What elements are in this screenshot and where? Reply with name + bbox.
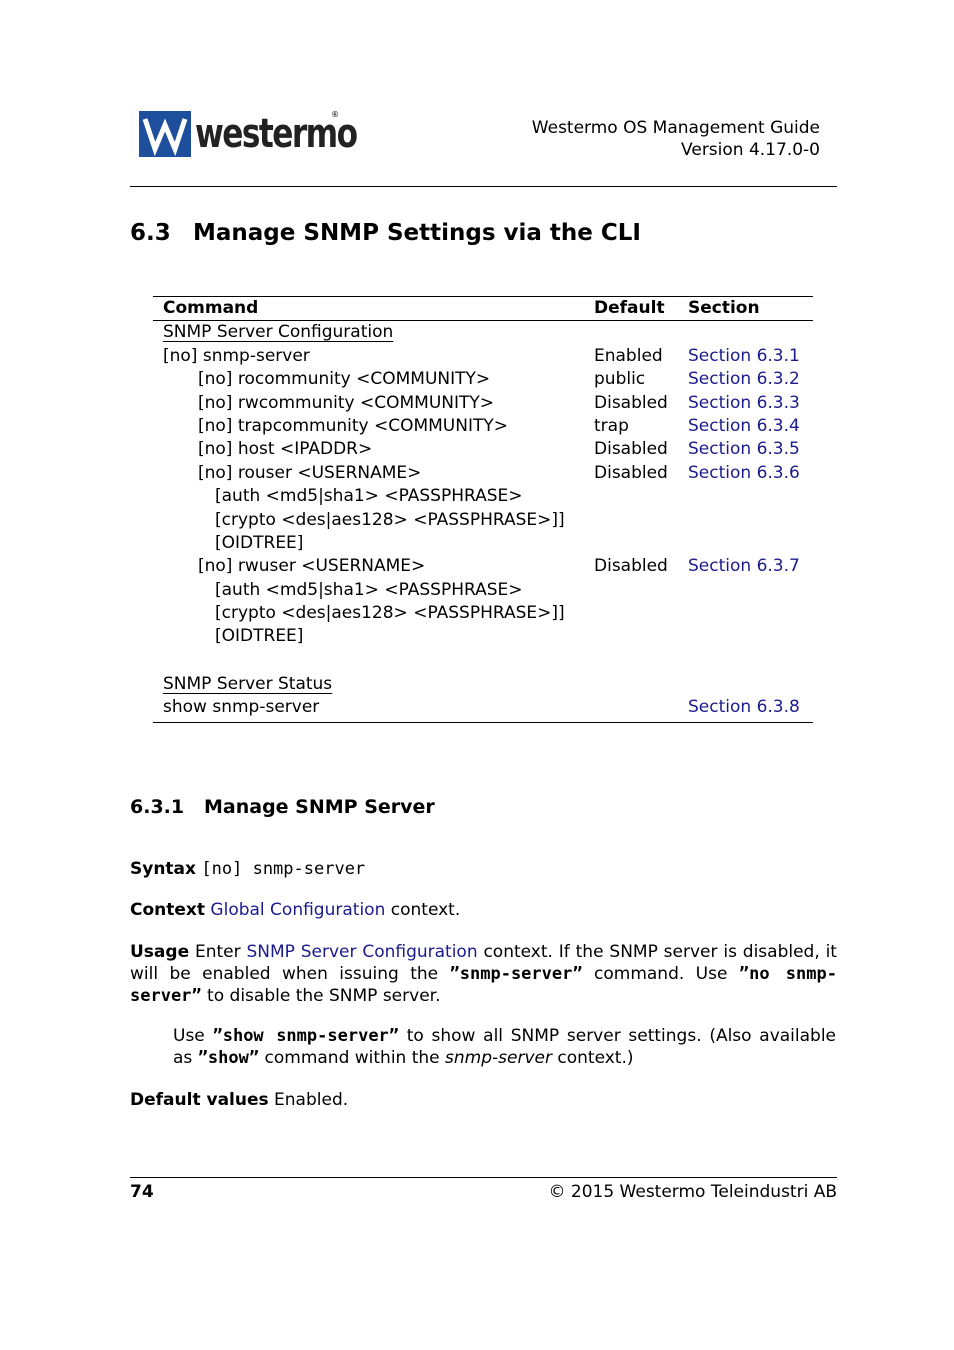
table-row: show snmp-server Section 6.3.8 <box>153 696 813 719</box>
global-configuration-link[interactable]: Global Configuration <box>210 900 385 920</box>
header-rule <box>130 186 837 187</box>
table-row: [auth <md5|sha1> <PASSPHRASE> <box>153 579 813 602</box>
default-cell: Disabled <box>594 462 668 483</box>
command-cell: [no] rwcommunity <COMMUNITY> <box>198 392 495 413</box>
westermo-logo: westermo <box>139 110 358 158</box>
section-title: Manage SNMP Settings via the CLI <box>193 220 641 246</box>
default-cell: trap <box>594 415 629 436</box>
command-cell: [no] host <IPADDR> <box>198 439 373 460</box>
header-default: Default <box>594 298 665 318</box>
table-row: [no] rwcommunity <COMMUNITY> Disabled Sect… <box>153 392 813 415</box>
copyright-text: 2015 Westermo Teleindustri AB <box>565 1182 837 1202</box>
command-table: Command Default Section SNMP Server Conf… <box>153 296 813 723</box>
table-group-title-row: SNMP Server Configuration <box>153 321 813 344</box>
command-show: ”show” <box>197 1048 260 1068</box>
table-group-title-row: SNMP Server Status <box>153 673 813 696</box>
table-group-title: SNMP Server Status <box>163 673 333 694</box>
default-cell: Disabled <box>594 439 668 460</box>
context-name: snmp-server <box>445 1048 552 1068</box>
logo-w-icon <box>139 111 191 157</box>
syntax-line: Syntax [no] snmp-server <box>130 858 365 880</box>
usage-text: command. Use <box>582 964 739 984</box>
table-row: [OIDTREE] <box>153 532 813 555</box>
context-line: Context Global Configuration context. <box>130 899 460 921</box>
table-row: [no] rouser <USERNAME> Disabled Section 6.… <box>153 462 813 485</box>
default-values-value: Enabled. <box>274 1090 349 1110</box>
command-cell: [no] rwuser <USERNAME> <box>198 556 426 577</box>
copyright: © 2015 Westermo Teleindustri AB <box>548 1182 837 1202</box>
usage-text: Enter <box>194 942 247 962</box>
default-values-line: Default values Enabled. <box>130 1089 348 1111</box>
copyright-icon: © <box>548 1182 566 1202</box>
command-cell: [auth <md5|sha1> <PASSPHRASE> <box>215 579 523 600</box>
snmp-server-configuration-link[interactable]: SNMP Server Configuration <box>246 942 477 962</box>
default-cell: Disabled <box>594 556 668 577</box>
default-cell: Enabled <box>594 345 663 366</box>
table-header-row: Command Default Section <box>153 297 813 322</box>
usage-text: command within the <box>259 1048 446 1068</box>
table-row: [no] snmp-server Enabled Section 6.3.1 <box>153 345 813 368</box>
registered-mark: ® <box>331 110 339 119</box>
usage-paragraph-1: Usage Enter SNMP Server Configuration co… <box>130 941 837 1007</box>
table-row: [OIDTREE] <box>153 625 813 648</box>
command-cell: [OIDTREE] <box>215 532 304 553</box>
command-cell: [no] rouser <USERNAME> <box>198 462 422 483</box>
syntax-label: Syntax <box>130 859 196 879</box>
page-footer: 74 © 2015 Westermo Teleindustri AB <box>130 1182 837 1202</box>
command-cell: [auth <md5|sha1> <PASSPHRASE> <box>215 486 523 507</box>
usage-label: Usage <box>130 942 190 962</box>
usage-paragraph-2: Use ”show snmp-server” to show all SNMP … <box>173 1025 836 1069</box>
subsection-number: 6.3.1 <box>130 796 185 818</box>
table-row: [auth <md5|sha1> <PASSPHRASE> <box>153 485 813 508</box>
table-row: [no] trapcommunity <COMMUNITY> trap Sectio… <box>153 415 813 438</box>
section-link[interactable]: Section 6.3.1 <box>688 345 800 368</box>
table-row: [crypto <des|aes128> <PASSPHRASE>]] <box>153 602 813 625</box>
context-text: context. <box>385 900 461 920</box>
subsection-heading: 6.3.1 Manage SNMP Server <box>130 796 435 818</box>
section-link[interactable]: Section 6.3.5 <box>688 438 800 461</box>
usage-text: context.) <box>551 1048 634 1068</box>
section-link[interactable]: Section 6.3.8 <box>688 696 800 719</box>
document-version: Version 4.17.0-0 <box>681 140 820 160</box>
usage-text: Use <box>173 1026 213 1046</box>
section-link[interactable]: Section 6.3.4 <box>688 415 800 438</box>
command-cell: [no] rocommunity <COMMUNITY> <box>198 369 491 390</box>
table-row: [no] rocommunity <COMMUNITY> public Sectio… <box>153 368 813 391</box>
subsection-title: Manage SNMP Server <box>204 796 435 818</box>
usage-text: to disable the SNMP server. <box>201 986 441 1006</box>
syntax-value: [no] snmp-server <box>201 859 366 879</box>
command-cell: [crypto <des|aes128> <PASSPHRASE>]] <box>215 509 565 530</box>
section-link[interactable]: Section 6.3.6 <box>688 462 800 485</box>
section-link[interactable]: Section 6.3.7 <box>688 555 800 578</box>
section-heading: 6.3 Manage SNMP Settings via the CLI <box>130 220 641 246</box>
command-cell: [no] snmp-server <box>163 345 310 366</box>
command-cell: show snmp-server <box>163 697 320 718</box>
table-row: [no] host <IPADDR> Disabled Section 6.3.5 <box>153 438 813 461</box>
document-title: Westermo OS Management Guide <box>531 118 820 138</box>
command-snmp-server: ”snmp-server” <box>449 964 583 984</box>
header-section: Section <box>688 298 760 318</box>
page-number: 74 <box>130 1182 154 1202</box>
table-row: [no] rwuser <USERNAME> Disabled Section 6.… <box>153 555 813 578</box>
section-number: 6.3 <box>130 220 171 246</box>
command-cell: [crypto <des|aes128> <PASSPHRASE>]] <box>215 603 565 624</box>
default-values-label: Default values <box>130 1090 269 1110</box>
table-group-title: SNMP Server Configuration <box>163 322 394 343</box>
table-row: [crypto <des|aes128> <PASSPHRASE>]] <box>153 509 813 532</box>
context-label: Context <box>130 900 206 920</box>
section-link[interactable]: Section 6.3.3 <box>688 392 800 415</box>
header-command: Command <box>163 298 259 318</box>
document-header: Westermo OS Management Guide Version 4.1… <box>532 117 820 161</box>
default-cell: Disabled <box>594 392 668 413</box>
section-link[interactable]: Section 6.3.2 <box>688 368 800 391</box>
command-cell: [no] trapcommunity <COMMUNITY> <box>198 415 508 436</box>
footer-rule <box>130 1177 837 1178</box>
table-spacer <box>153 649 813 673</box>
command-cell: [OIDTREE] <box>215 626 304 647</box>
default-cell: public <box>594 369 646 390</box>
command-show-snmp-server: ”show snmp-server” <box>212 1026 400 1046</box>
